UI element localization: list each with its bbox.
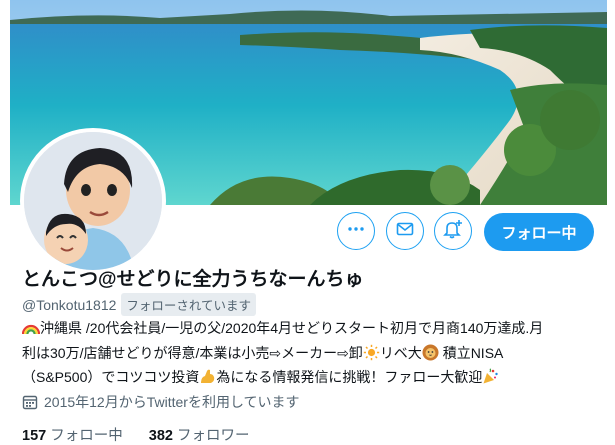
bio-line-1: 沖縄県 /20代会社員/一児の父/2020年4月せどりスタート初月で月商140万… xyxy=(21,318,582,343)
sun-icon xyxy=(363,344,380,368)
more-options-button[interactable] xyxy=(337,212,375,250)
notifications-button[interactable] xyxy=(434,212,472,250)
join-date-text: 2015年12月からTwitterを利用しています xyxy=(44,394,300,410)
following-label: フォロー中 xyxy=(50,428,123,444)
followers-count: 382 xyxy=(148,428,173,444)
profile-avatar[interactable] xyxy=(20,128,166,274)
handle-row: @Tonkotu1812 フォローされています xyxy=(22,293,257,316)
followers-label: フォロワー xyxy=(177,428,250,444)
following-count: 157 xyxy=(22,428,47,444)
followers-link[interactable]: 382 フォロワー xyxy=(149,428,250,444)
lion-icon xyxy=(422,344,439,368)
bio-line-2: 利は30万/店舗せどりが得意/本業は小売⇨メーカー⇨卸 リベ大 積立NISA xyxy=(22,343,582,368)
join-date-row: 2015年12月からTwitterを利用しています xyxy=(22,392,300,412)
username-handle: @Tonkotu1812 xyxy=(22,296,117,313)
display-name: とんこつ@せどりに全力うちなーんちゅ xyxy=(22,269,364,290)
follow-stats: 157 フォロー中 382 フォロワー xyxy=(22,424,250,445)
flexed-biceps-icon xyxy=(199,368,216,392)
follows-you-badge: フォローされています xyxy=(121,293,257,316)
party-popper-icon xyxy=(482,368,499,392)
rainbow-icon xyxy=(21,320,41,343)
following-button[interactable]: フォロー中 xyxy=(484,213,594,251)
following-link[interactable]: 157 フォロー中 xyxy=(22,428,127,444)
more-icon xyxy=(346,219,366,244)
following-button-label: フォロー中 xyxy=(501,224,577,242)
message-button[interactable] xyxy=(386,212,424,250)
mail-icon xyxy=(395,219,415,244)
bell-plus-icon xyxy=(442,218,464,245)
calendar-icon xyxy=(22,394,38,410)
profile-bio: 沖縄県 /20代会社員/一児の父/2020年4月せどりスタート初月で月商140万… xyxy=(21,318,582,392)
bio-line-3: （S&P500）でコツコツ投資 為になる情報発信に挑戦！ファロー大歓迎 xyxy=(22,367,582,392)
